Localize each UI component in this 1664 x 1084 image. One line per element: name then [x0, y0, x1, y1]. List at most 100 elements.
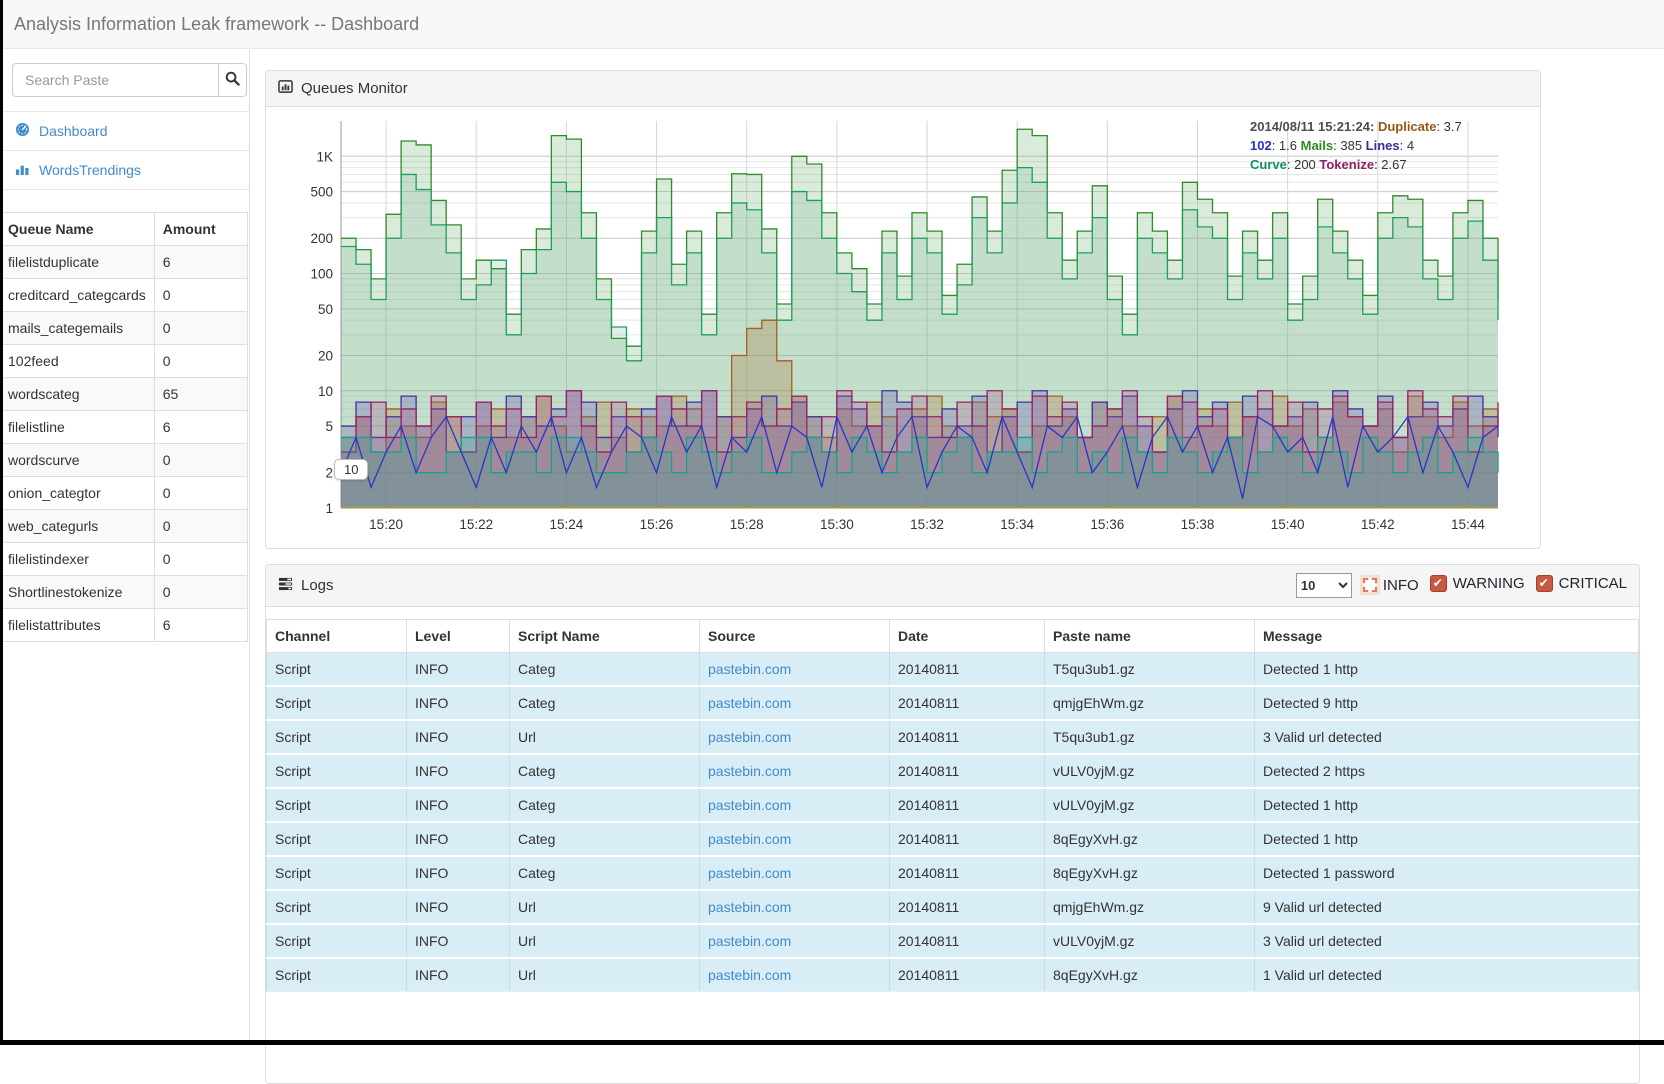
- log-date: 20140811: [890, 788, 1045, 822]
- logs-col-header: Level: [407, 620, 510, 653]
- logs-col-header: Channel: [267, 620, 407, 653]
- log-paste-name: qmjgEhWm.gz: [1045, 890, 1255, 924]
- checkbox-unchecked-icon[interactable]: [1363, 578, 1377, 592]
- log-paste-name: T5qu3ub1.gz: [1045, 720, 1255, 754]
- queue-table-header-amount: Amount: [154, 213, 247, 246]
- queue-row: Shortlinestokenize0: [0, 576, 248, 609]
- filter-info[interactable]: INFO: [1363, 577, 1419, 594]
- log-source: pastebin.com: [700, 822, 890, 856]
- queue-amount: 0: [154, 444, 247, 477]
- source-link[interactable]: pastebin.com: [708, 933, 791, 949]
- log-level: INFO: [407, 653, 510, 687]
- queue-name: filelistline: [0, 411, 154, 444]
- queue-row: creditcard_categcards0: [0, 279, 248, 312]
- log-channel: Script: [267, 856, 407, 890]
- legend-timestamp: 2014/08/11 15:21:24:: [1250, 119, 1378, 134]
- svg-text:15:24: 15:24: [549, 517, 583, 532]
- queue-row: mails_categemails0: [0, 312, 248, 345]
- log-channel: Script: [267, 686, 407, 720]
- legend-series-value: : 2.67: [1374, 157, 1407, 172]
- queues-chart[interactable]: 15:2015:2215:2415:2615:2815:3015:3215:34…: [266, 107, 1540, 548]
- log-date: 20140811: [890, 958, 1045, 992]
- log-channel: Script: [267, 924, 407, 958]
- filter-warning[interactable]: WARNING: [1430, 575, 1525, 592]
- log-level: INFO: [407, 890, 510, 924]
- queue-name: web_categurls: [0, 510, 154, 543]
- log-channel: Script: [267, 720, 407, 754]
- queues-chart-svg: 15:2015:2215:2415:2615:2815:3015:3215:34…: [266, 109, 1516, 543]
- sidebar-item-dashboard[interactable]: Dashboard: [0, 112, 249, 151]
- svg-text:1K: 1K: [316, 149, 333, 164]
- source-link[interactable]: pastebin.com: [708, 967, 791, 983]
- sidebar: Dashboard WordsTrendings Queue Name Amoun…: [0, 50, 250, 1045]
- log-level-filters: INFO WARNING CRITICAL: [1352, 575, 1627, 596]
- log-message: Detected 1 http: [1255, 653, 1639, 687]
- queue-row: 102feed0: [0, 345, 248, 378]
- svg-text:50: 50: [318, 302, 333, 317]
- chart-hover-tooltip: 10: [334, 459, 368, 480]
- stats-icon: [15, 161, 30, 179]
- log-message: 3 Valid url detected: [1255, 720, 1639, 754]
- log-script-name: Url: [510, 720, 700, 754]
- logs-col-header: Date: [890, 620, 1045, 653]
- svg-text:15:44: 15:44: [1451, 517, 1485, 532]
- log-message: 1 Valid url detected: [1255, 958, 1639, 992]
- source-link[interactable]: pastebin.com: [708, 695, 791, 711]
- checkbox-checked-icon[interactable]: [1430, 575, 1447, 592]
- queue-row: web_categurls0: [0, 510, 248, 543]
- screen-edge-left: [0, 0, 3, 1045]
- legend-line: Curve: 200 Tokenize: 2.67: [1250, 155, 1500, 174]
- source-link[interactable]: pastebin.com: [708, 797, 791, 813]
- source-link[interactable]: pastebin.com: [708, 729, 791, 745]
- log-level: INFO: [407, 924, 510, 958]
- log-date: 20140811: [890, 890, 1045, 924]
- logs-body: ChannelLevelScript NameSourceDatePaste n…: [266, 607, 1639, 992]
- svg-text:15:34: 15:34: [1000, 517, 1034, 532]
- filter-critical[interactable]: CRITICAL: [1536, 575, 1627, 592]
- source-link[interactable]: pastebin.com: [708, 661, 791, 677]
- log-paste-name: 8qEgyXvH.gz: [1045, 822, 1255, 856]
- source-link[interactable]: pastebin.com: [708, 899, 791, 915]
- search-button[interactable]: [218, 63, 247, 97]
- log-script-name: Url: [510, 890, 700, 924]
- source-link[interactable]: pastebin.com: [708, 763, 791, 779]
- logs-col-header: Source: [700, 620, 890, 653]
- filter-label: INFO: [1383, 577, 1419, 594]
- page-title: Analysis Information Leak framework -- D…: [14, 14, 419, 35]
- queue-row: filelistattributes6: [0, 609, 248, 642]
- sidebar-item-wordstrendings[interactable]: WordsTrendings: [0, 151, 249, 190]
- queue-amount: 0: [154, 543, 247, 576]
- queue-table: Queue Name Amount filelistduplicate6cred…: [0, 212, 248, 642]
- queue-amount: 6: [154, 411, 247, 444]
- source-link[interactable]: pastebin.com: [708, 865, 791, 881]
- queue-amount: 0: [154, 576, 247, 609]
- queue-name: filelistduplicate: [0, 246, 154, 279]
- logs-header: Logs 10 INFOWARNINGCRITICAL: [266, 565, 1639, 607]
- chart-legend: 2014/08/11 15:21:24: Duplicate: 3.7 102:…: [1250, 117, 1500, 174]
- queue-table-header-name: Queue Name: [0, 213, 154, 246]
- log-row: ScriptINFOCategpastebin.com20140811vULV0…: [267, 754, 1639, 788]
- log-level: INFO: [407, 822, 510, 856]
- sidebar-item-label: WordsTrendings: [39, 162, 141, 178]
- page-size-select[interactable]: 10: [1296, 573, 1352, 598]
- log-row: ScriptINFOCategpastebin.com20140811vULV0…: [267, 788, 1639, 822]
- search-input[interactable]: [12, 63, 218, 97]
- log-channel: Script: [267, 653, 407, 687]
- logs-col-header: Paste name: [1045, 620, 1255, 653]
- queue-name: onion_categtor: [0, 477, 154, 510]
- main-content: Queues Monitor 15:2015:2215:2415:2615:28…: [265, 50, 1640, 1084]
- bar-chart-icon: [278, 80, 293, 98]
- log-source: pastebin.com: [700, 924, 890, 958]
- logs-controls: 10 INFO WARNING CRITICAL: [1296, 573, 1627, 598]
- log-channel: Script: [267, 788, 407, 822]
- queue-amount: 6: [154, 246, 247, 279]
- log-source: pastebin.com: [700, 890, 890, 924]
- search-bar: [12, 63, 237, 97]
- checkbox-checked-icon[interactable]: [1536, 575, 1553, 592]
- queue-table-body: filelistduplicate6creditcard_categcards0…: [0, 246, 248, 642]
- source-link[interactable]: pastebin.com: [708, 831, 791, 847]
- svg-text:10: 10: [318, 384, 333, 399]
- legend-series-label: Duplicate: [1378, 119, 1437, 134]
- queue-name: mails_categemails: [0, 312, 154, 345]
- svg-text:15:36: 15:36: [1090, 517, 1124, 532]
